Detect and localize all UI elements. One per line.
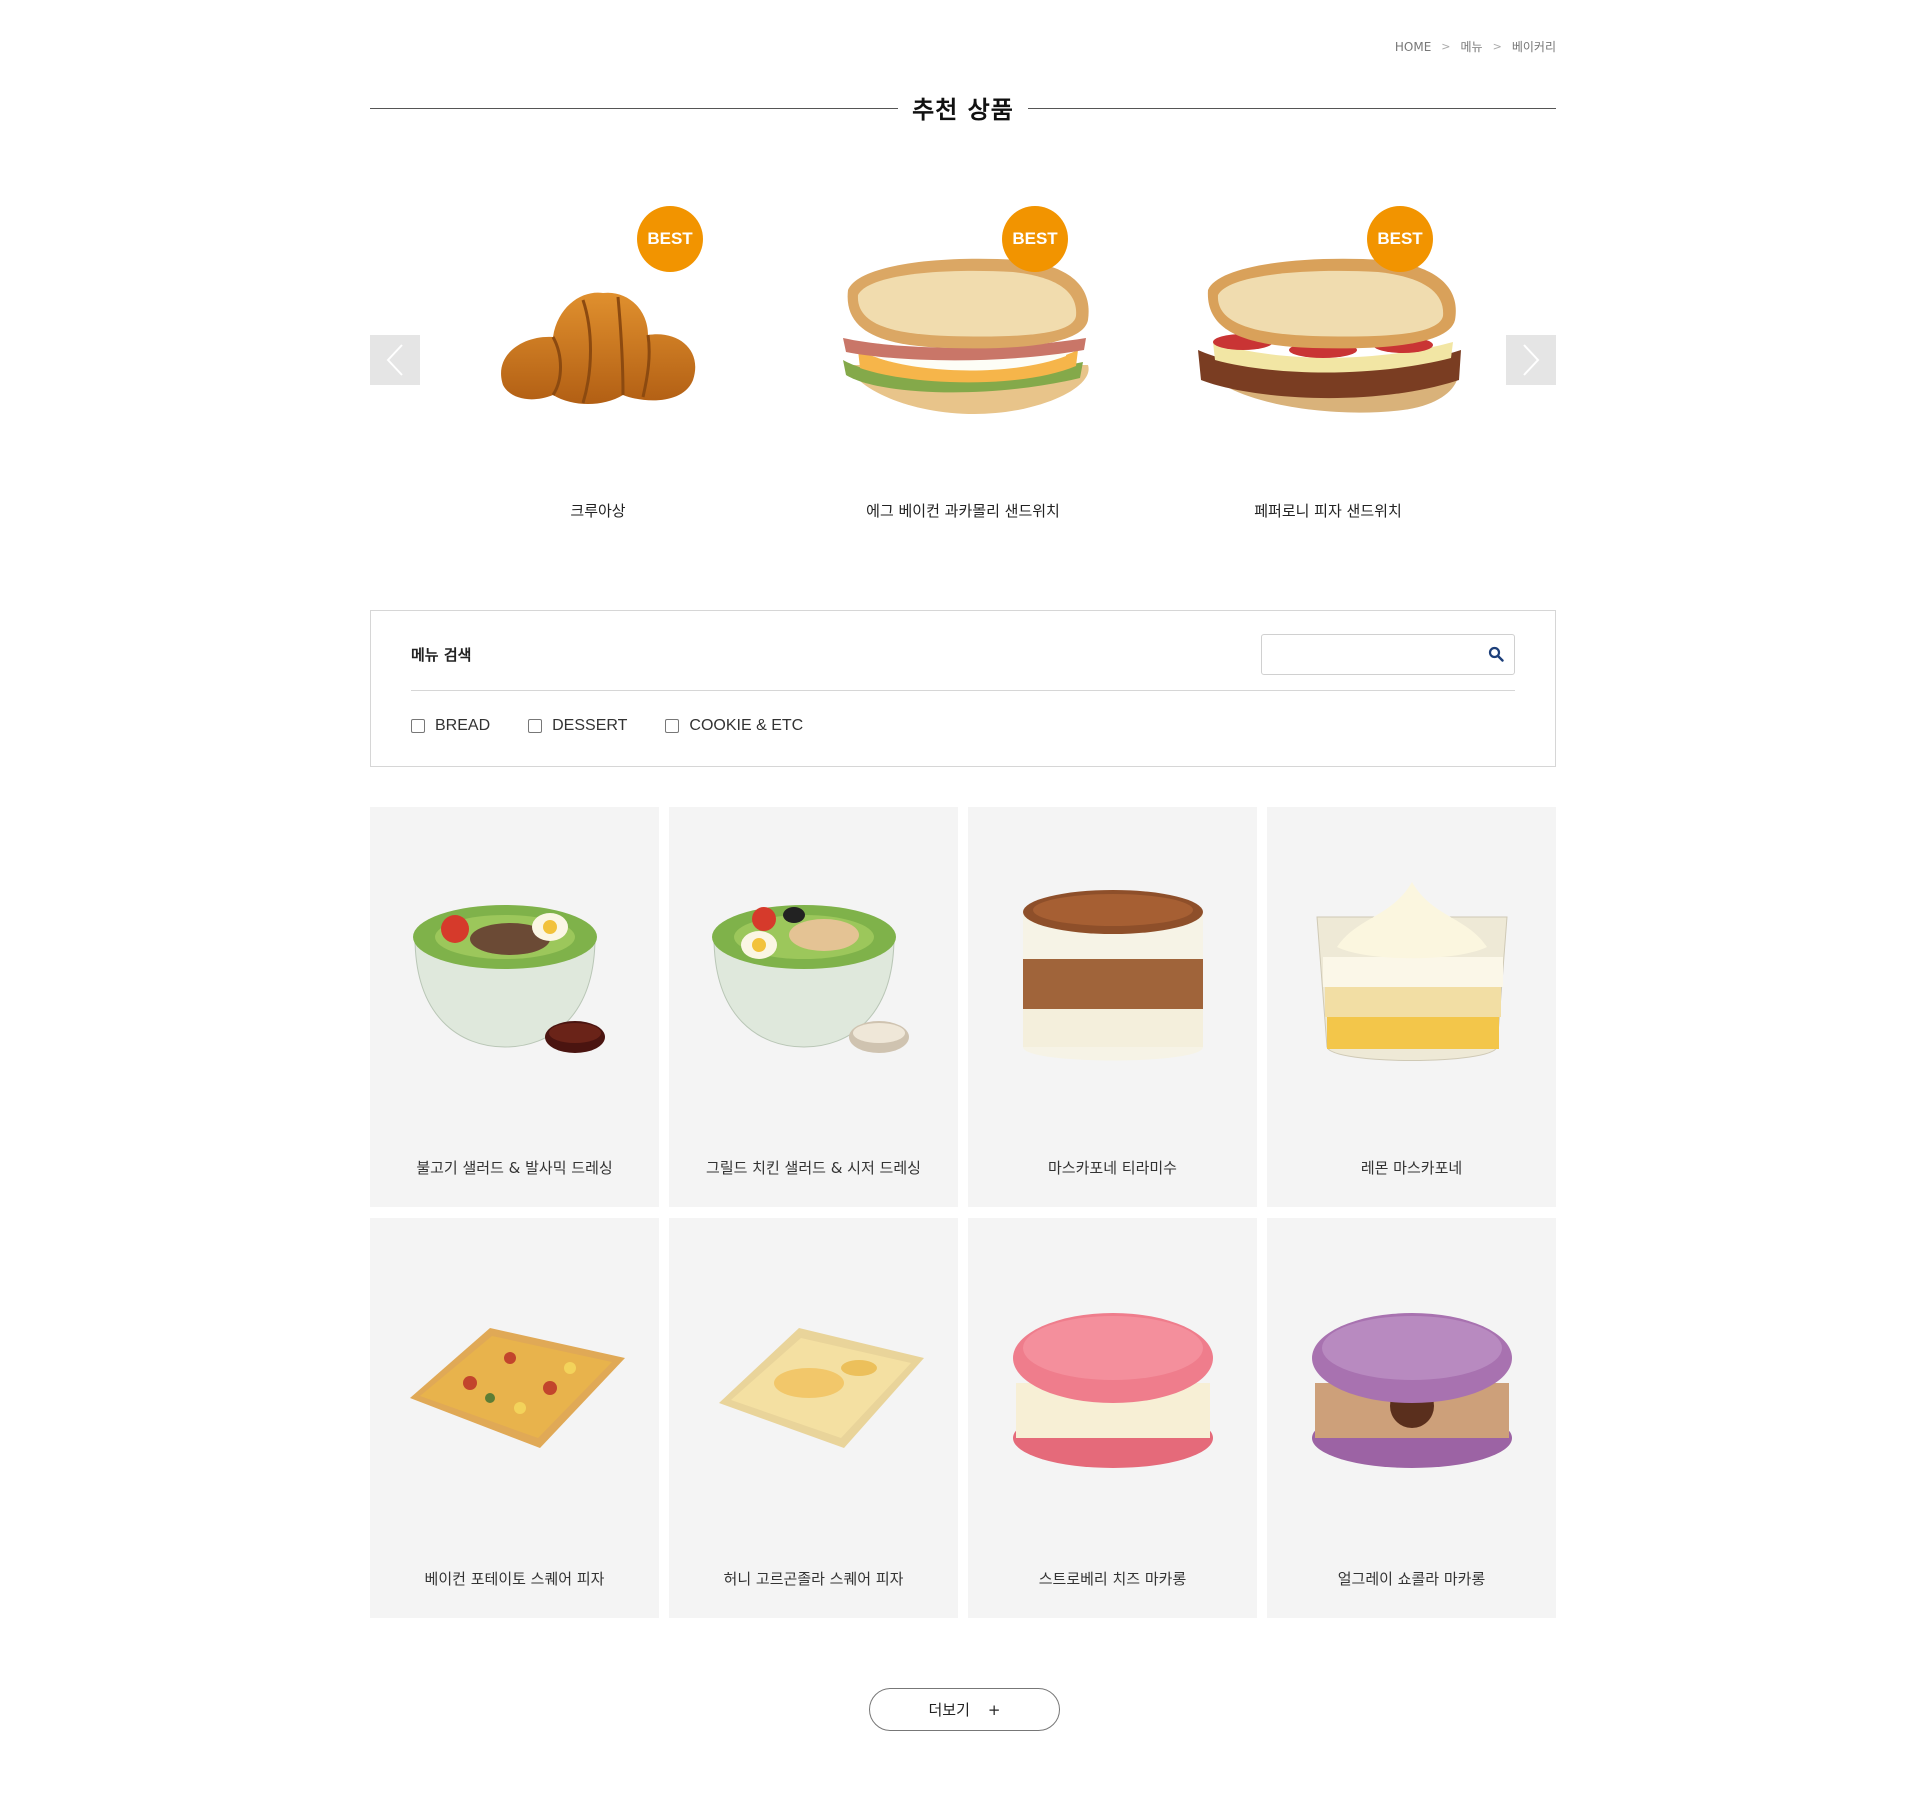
filter-label: DESSERT	[552, 717, 628, 734]
recommended-item-name: 페퍼로니 피자 샌드위치	[1254, 502, 1402, 520]
bacon-potato-square-pizza-image	[390, 1268, 639, 1508]
filter-bread[interactable]: BREAD	[411, 717, 490, 735]
best-badge: BEST	[1367, 206, 1433, 272]
recommended-item[interactable]: BEST 페퍼로니 피자 샌드위치	[1148, 200, 1508, 530]
product-name: 불고기 샐러드 & 발사믹 드레싱	[416, 1159, 613, 1177]
search-icon[interactable]	[1488, 646, 1504, 662]
croissant-image	[453, 245, 743, 445]
product-name: 레몬 마스카포네	[1360, 1159, 1463, 1177]
product-card[interactable]: 허니 고르곤졸라 스퀘어 피자	[669, 1218, 958, 1618]
carousel-next-button[interactable]	[1506, 335, 1556, 385]
best-badge: BEST	[1002, 206, 1068, 272]
load-more-label: 더보기	[928, 1701, 970, 1719]
recommended-item[interactable]: BEST 에그 베이컨 과카몰리 샌드위치	[783, 200, 1143, 530]
filter-label: COOKIE & ETC	[689, 717, 804, 734]
recommended-item-name: 에그 베이컨 과카몰리 샌드위치	[866, 502, 1060, 520]
product-card[interactable]: 스트로베리 치즈 마카롱	[968, 1218, 1257, 1618]
egg-bacon-guacamole-sandwich-image	[818, 245, 1108, 445]
load-more-button[interactable]: 더보기 +	[869, 1688, 1060, 1731]
honey-gorgonzola-square-pizza-image	[689, 1268, 938, 1508]
product-card[interactable]: 얼그레이 쇼콜라 마카롱	[1267, 1218, 1556, 1618]
recommended-item-name: 크루아상	[570, 502, 626, 520]
breadcrumb: HOME > 메뉴 > 베이커리	[1395, 38, 1556, 55]
pepperoni-pizza-sandwich-image	[1183, 245, 1473, 445]
title-divider-right	[1028, 108, 1556, 109]
product-card[interactable]: 불고기 샐러드 & 발사믹 드레싱	[370, 807, 659, 1207]
grilled-chicken-salad-image	[689, 857, 938, 1097]
mascarpone-tiramisu-image	[988, 857, 1237, 1097]
bulgogi-salad-image	[390, 857, 639, 1097]
plus-icon: +	[987, 1700, 1001, 1719]
product-grid: 불고기 샐러드 & 발사믹 드레싱 그릴드 치킨 샐러드 & 시저 드레싱 마스…	[370, 807, 1556, 1618]
strawberry-cheese-macaron-image	[988, 1268, 1237, 1508]
lemon-mascarpone-image	[1287, 857, 1536, 1097]
search-input[interactable]	[1262, 635, 1472, 674]
recommended-item[interactable]: BEST 크루아상	[418, 200, 778, 530]
product-card[interactable]: 베이컨 포테이토 스퀘어 피자	[370, 1218, 659, 1618]
product-name: 그릴드 치킨 샐러드 & 시저 드레싱	[706, 1159, 921, 1177]
product-name: 베이컨 포테이토 스퀘어 피자	[424, 1570, 605, 1588]
product-name: 마스카포네 티라미수	[1048, 1159, 1177, 1177]
checkbox[interactable]	[411, 719, 425, 733]
search-divider	[411, 690, 1515, 691]
breadcrumb-bakery[interactable]: 베이커리	[1512, 38, 1556, 55]
menu-search-panel: 메뉴 검색 BREAD DESSERT COOKIE & ETC	[370, 610, 1556, 767]
section-title: 추천 상품	[370, 90, 1556, 126]
product-card[interactable]: 그릴드 치킨 샐러드 & 시저 드레싱	[669, 807, 958, 1207]
checkbox[interactable]	[528, 719, 543, 733]
carousel-prev-button[interactable]	[370, 335, 420, 385]
filter-label: BREAD	[435, 717, 491, 734]
category-filters: BREAD DESSERT COOKIE & ETC	[411, 717, 803, 735]
product-card[interactable]: 레몬 마스카포네	[1267, 807, 1556, 1207]
earl-grey-chocolat-macaron-image	[1287, 1268, 1536, 1508]
breadcrumb-home[interactable]: HOME	[1395, 40, 1431, 54]
filter-cookie-etc[interactable]: COOKIE & ETC	[665, 717, 803, 735]
chevron-left-icon	[386, 344, 403, 376]
search-field	[1261, 634, 1515, 675]
product-card[interactable]: 마스카포네 티라미수	[968, 807, 1257, 1207]
product-name: 얼그레이 쇼콜라 마카롱	[1337, 1570, 1486, 1588]
recommended-carousel: BEST 크루아상 BEST 에그 베이컨 과카몰리 샌드위치 BEST 페퍼로…	[370, 200, 1556, 530]
product-name: 스트로베리 치즈 마카롱	[1038, 1570, 1187, 1588]
checkbox[interactable]	[665, 719, 680, 733]
chevron-right-icon: >	[1441, 40, 1451, 53]
chevron-right-icon	[1523, 344, 1540, 376]
chevron-right-icon: >	[1492, 40, 1502, 53]
product-name: 허니 고르곤졸라 스퀘어 피자	[723, 1570, 904, 1588]
menu-search-title: 메뉴 검색	[411, 646, 472, 664]
best-badge: BEST	[637, 206, 703, 272]
filter-dessert[interactable]: DESSERT	[528, 717, 627, 735]
breadcrumb-menu[interactable]: 메뉴	[1461, 38, 1483, 55]
